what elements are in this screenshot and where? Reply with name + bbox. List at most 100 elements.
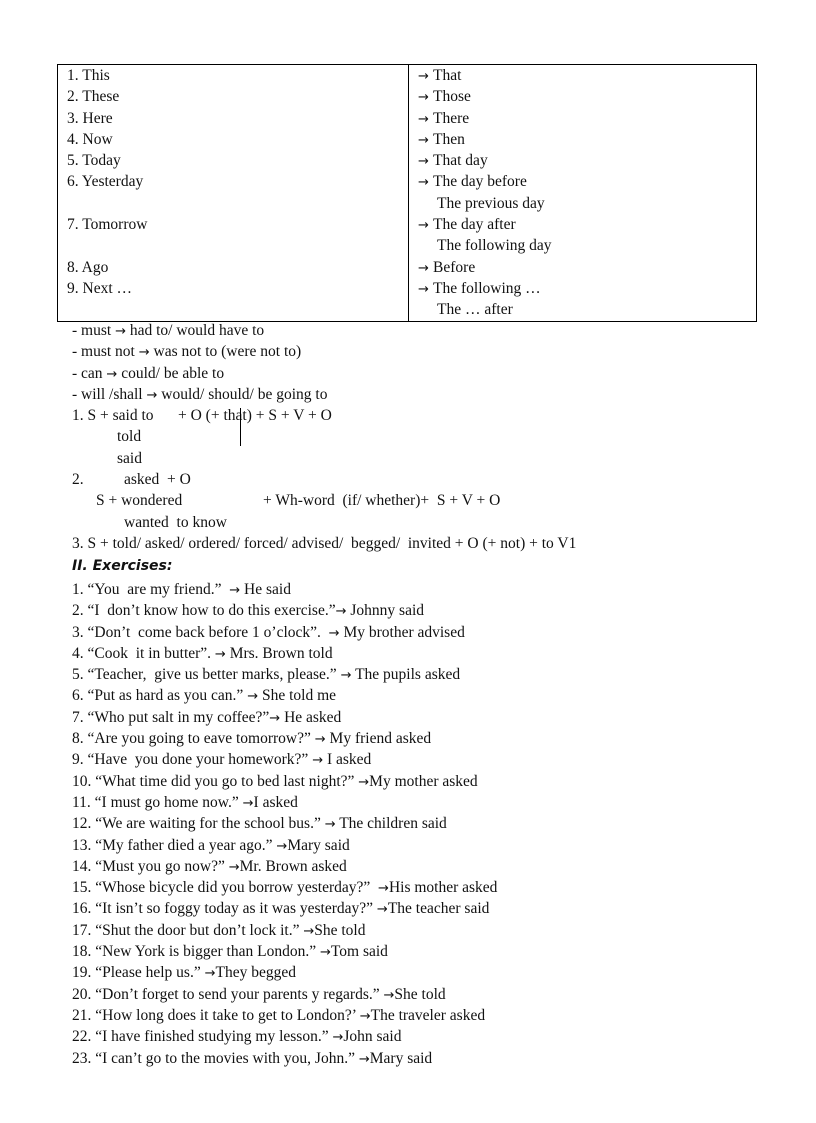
original-word: 5. Today (67, 152, 121, 170)
arrow-icon: → (418, 175, 434, 191)
original-word: 4. Now (67, 130, 113, 148)
exercise-item: 19. “Please help us.” →They begged (72, 964, 296, 982)
original-word: 7. Tomorrow (67, 216, 148, 234)
exercise-list: 1. “You are my friend.” → He said 2. “I d… (72, 579, 497, 1069)
arrow-icon: → (247, 689, 259, 705)
exercise-item: 3. “Don’t come back before 1 o’clock”. →… (72, 623, 465, 641)
formula-1-said: said (117, 449, 142, 467)
exercise-item: 20. “Don’t forget to send your parents y… (72, 985, 446, 1003)
arrow-icon: → (418, 111, 434, 127)
formulas: 1. S + said to + O (+ that) + S + V + O … (72, 405, 772, 575)
arrow-icon: → (319, 945, 331, 961)
original-word: 1. This (67, 67, 110, 84)
exercise-item: 2. “I don’t know how to do this exercise… (72, 602, 424, 620)
formula-1-told: told (117, 428, 142, 446)
exercise-item: 4. “Cook it in butter”. → Mrs. Brown tol… (72, 644, 333, 662)
reported-word: → That day (408, 150, 757, 172)
modal-rule: - can → could/ be able to (72, 364, 225, 382)
reported-word: → Before (408, 256, 757, 278)
bracket-line (240, 408, 241, 447)
reported-word: → That (408, 64, 757, 87)
formula-2-asked: asked + O (124, 471, 191, 489)
arrow-icon: → (418, 218, 434, 234)
exercise-item: 7. “Who put salt in my coffee?”→ He aske… (72, 708, 342, 726)
arrow-icon: → (214, 646, 226, 662)
exercise-item: 16. “It isn’t so foggy today as it was y… (72, 900, 490, 918)
exercise-item: 23. “I can’t go to the movies with you, … (72, 1049, 433, 1067)
arrow-icon: → (303, 923, 315, 939)
arrow-icon: → (138, 345, 150, 361)
arrow-icon: → (359, 1008, 371, 1024)
formula-1-rest: + O (+ that) + S + V + O (178, 407, 332, 425)
arrow-icon: → (332, 1030, 344, 1046)
reported-word: → The day before The previous day (408, 171, 757, 215)
formula-2-wanted: wanted to know (124, 513, 227, 531)
arrow-icon: → (204, 966, 216, 982)
arrow-icon: → (314, 732, 326, 748)
reported-word: → Those (408, 86, 757, 108)
exercise-item: 18. “New York is bigger than London.” →T… (72, 943, 388, 961)
exercise-item: 9. “Have you done your homework?” → I as… (72, 751, 372, 769)
arrow-icon: → (418, 69, 434, 84)
original-word: 8. Ago (67, 258, 109, 276)
original-word: 9. Next … (67, 279, 133, 297)
original-word: 3. Here (67, 109, 113, 127)
table-row: 8. Ago → Before (58, 256, 757, 278)
table-row: 5. Today → That day (58, 150, 757, 172)
arrow-icon: → (146, 387, 158, 403)
table-row: 9. Next … → The following … The … after (58, 277, 757, 322)
table-row: 1. This → That (58, 64, 757, 87)
exercises-heading: II. Exercises: (72, 558, 173, 574)
exercise-item: 12. “We are waiting for the school bus.”… (72, 815, 447, 833)
grammar-rules: - must → had to/ would have to - must not… (72, 320, 772, 575)
formula-2-subject: S + wondered (96, 492, 183, 510)
exercise-item: 15. “Whose bicycle did you borrow yester… (72, 879, 498, 897)
arrow-icon: → (242, 795, 254, 811)
arrow-icon: → (378, 881, 389, 897)
arrow-icon: → (229, 583, 241, 598)
table-row: 4. Now → Then (58, 128, 757, 151)
table-row: 6. Yesterday → The day before The previous… (58, 171, 757, 215)
original-word: 6. Yesterday (67, 173, 144, 191)
document-page: 1. This → That 2. These → Those 3. Here → The… (0, 0, 816, 1123)
formula-2-wh: + Wh-word (if/ whether)+ S + V + O (263, 492, 501, 510)
original-word: 2. These (67, 88, 120, 106)
reported-word: → There (408, 107, 757, 129)
exercise-item: 10. “What time did you go to bed last ni… (72, 772, 478, 790)
reported-word: → The day after The following day (408, 214, 757, 257)
exercise-item: 1. “You are my friend.” → He said (72, 581, 291, 598)
word-change-table: 1. This → That 2. These → Those 3. Here → The… (57, 64, 757, 322)
arrow-icon: → (418, 260, 434, 276)
reported-word: → Then (408, 128, 757, 151)
formula-3: 3. S + told/ asked/ ordered/ forced/ adv… (72, 534, 577, 552)
arrow-icon: → (312, 753, 324, 769)
arrow-icon: → (358, 774, 370, 790)
modal-rule: - must not → was not to (were not to) (72, 343, 302, 361)
arrow-icon: → (335, 604, 347, 620)
table-row: 2. These → Those (58, 86, 757, 108)
arrow-icon: → (228, 859, 240, 875)
modal-rule: - must → had to/ would have to (72, 322, 265, 339)
exercise-item: 5. “Teacher, give us better marks, pleas… (72, 666, 461, 684)
formula-1: 1. S + said to (72, 407, 154, 425)
arrow-icon: → (376, 902, 388, 918)
arrow-icon: → (418, 90, 434, 106)
arrow-icon: → (106, 366, 118, 382)
exercise-item: 21. “How long does it take to get to Lon… (72, 1006, 486, 1024)
exercise-item: 6. “Put as hard as you can.” → She told … (72, 687, 337, 705)
exercise-item: 11. “I must go home now.” →I asked (72, 793, 298, 811)
exercise-item: 8. “Are you going to eave tomorrow?” → M… (72, 730, 432, 748)
arrow-icon: → (418, 281, 434, 297)
arrow-icon: → (324, 817, 336, 833)
arrow-icon: → (115, 324, 126, 339)
arrow-icon: → (383, 987, 395, 1003)
arrow-icon: → (418, 132, 434, 148)
arrow-icon: → (276, 838, 288, 854)
arrow-icon: → (340, 668, 352, 684)
exercise-item: 17. “Shut the door but don’t lock it.” →… (72, 921, 366, 939)
arrow-icon: → (328, 625, 340, 641)
modal-rule: - will /shall → would/ should/ be going … (72, 385, 328, 403)
exercise-item: 22. “I have finished studying my lesson.… (72, 1028, 402, 1046)
exercise-item: 13. “My father died a year ago.” →Mary s… (72, 836, 350, 854)
table-row: 3. Here → There (58, 107, 757, 129)
